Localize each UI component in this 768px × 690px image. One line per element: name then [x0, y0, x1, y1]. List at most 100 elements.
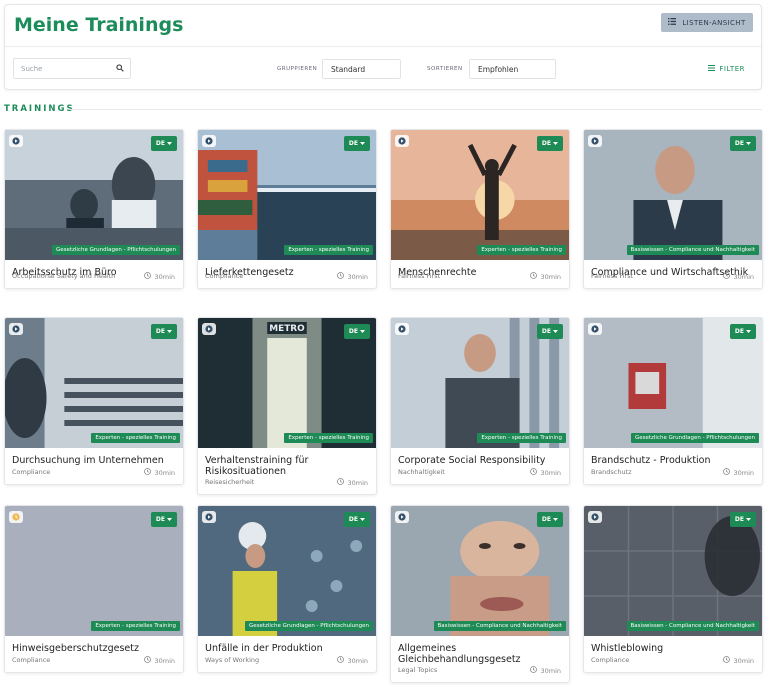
training-card[interactable]: DE Experten - spezielles Training Mensch…: [390, 129, 570, 289]
training-card[interactable]: DE Gesetzliche Grundlagen - Pflichtschul…: [4, 129, 184, 289]
category-badge: Gesetzliche Grundlagen - Pflichtschulung…: [244, 621, 373, 631]
duration: 30min: [723, 656, 754, 665]
training-subtitle: Brandschutz: [591, 468, 632, 476]
caret-down-icon: [360, 328, 365, 335]
language-dropdown[interactable]: DE: [150, 324, 177, 339]
search-placeholder: Suche: [21, 64, 43, 73]
training-thumbnail[interactable]: DE Gesetzliche Grundlagen - Pflichtschul…: [584, 318, 762, 448]
training-card[interactable]: DE Experten - spezielles Training Corpor…: [390, 317, 570, 485]
training-thumbnail[interactable]: METRO DE Experten - spezielles Training: [198, 318, 376, 448]
training-card[interactable]: DE Experten - spezielles Training Hinwei…: [4, 505, 184, 673]
caret-down-icon: [553, 516, 558, 523]
list-view-button[interactable]: LISTEN-ANSICHT: [661, 13, 753, 32]
filter-button[interactable]: FILTER: [708, 65, 745, 73]
category-badge: Basiswissen - Compliance und Nachhaltigk…: [626, 245, 759, 255]
language-dropdown[interactable]: DE: [536, 324, 563, 339]
training-card[interactable]: DE Experten - spezielles Training Liefer…: [197, 129, 377, 289]
training-title[interactable]: Hinweisgeberschutzgesetz: [5, 636, 183, 654]
play-icon[interactable]: [202, 135, 216, 147]
play-icon[interactable]: [9, 135, 23, 147]
training-card[interactable]: DE Gesetzliche Grundlagen - Pflichtschul…: [583, 317, 763, 485]
training-thumbnail[interactable]: DE Experten - spezielles Training: [391, 130, 569, 260]
sort-select[interactable]: Empfohlen: [469, 59, 556, 79]
category-badge: Experten - spezielles Training: [284, 245, 373, 255]
search-icon[interactable]: [116, 64, 124, 74]
clock-icon: [337, 272, 345, 281]
category-badge: Experten - spezielles Training: [477, 245, 566, 255]
play-icon[interactable]: [588, 323, 602, 335]
list-icon: [668, 18, 677, 27]
training-thumbnail[interactable]: DE Gesetzliche Grundlagen - Pflichtschul…: [198, 506, 376, 636]
training-card[interactable]: DE Gesetzliche Grundlagen - Pflichtschul…: [197, 505, 377, 673]
training-card[interactable]: METRO DE Experten - spezielles Training …: [197, 317, 377, 495]
page-title: Meine Trainings: [14, 14, 184, 36]
search-input[interactable]: Suche: [13, 58, 131, 79]
play-icon[interactable]: [588, 511, 602, 523]
play-icon[interactable]: [395, 135, 409, 147]
training-card[interactable]: DE Basiswissen - Compliance und Nachhalt…: [583, 129, 763, 289]
group-label: GRUPPIEREN: [277, 66, 318, 72]
training-title[interactable]: Brandschutz - Produktion: [584, 448, 762, 466]
training-title[interactable]: Unfälle in der Produktion: [198, 636, 376, 654]
language-dropdown[interactable]: DE: [729, 136, 756, 151]
training-thumbnail[interactable]: DE Experten - spezielles Training: [198, 130, 376, 260]
caret-down-icon: [746, 140, 751, 147]
language-dropdown[interactable]: DE: [729, 512, 756, 527]
sort-label: SORTIEREN: [427, 66, 463, 72]
training-thumbnail[interactable]: DE Basiswissen - Compliance und Nachhalt…: [584, 506, 762, 636]
language-dropdown[interactable]: DE: [729, 324, 756, 339]
caret-down-icon: [746, 516, 751, 523]
duration-text: 30min: [540, 272, 561, 281]
duration-text: 30min: [347, 272, 368, 281]
play-icon[interactable]: [395, 323, 409, 335]
duration-text: 30min: [154, 272, 175, 281]
language-dropdown[interactable]: DE: [150, 136, 177, 151]
play-icon[interactable]: [9, 323, 23, 335]
training-title[interactable]: Allgemeines Gleichbehandlungsgesetz: [391, 636, 569, 665]
training-card[interactable]: DE Basiswissen - Compliance und Nachhalt…: [583, 505, 763, 673]
training-card[interactable]: DE Experten - spezielles Training Durchs…: [4, 317, 184, 485]
training-title[interactable]: Durchsuchung im Unternehmen: [5, 448, 183, 466]
duration: 30min: [723, 468, 754, 477]
training-thumbnail[interactable]: DE Basiswissen - Compliance und Nachhalt…: [391, 506, 569, 636]
play-icon[interactable]: [202, 511, 216, 523]
training-thumbnail[interactable]: DE Basiswissen - Compliance und Nachhalt…: [584, 130, 762, 260]
training-thumbnail[interactable]: DE Experten - spezielles Training: [5, 506, 183, 636]
training-title[interactable]: Corporate Social Responsibility: [391, 448, 569, 466]
duration: 30min: [530, 468, 561, 477]
language-dropdown[interactable]: DE: [536, 512, 563, 527]
training-subtitle: Fairness First: [591, 272, 634, 280]
training-thumbnail[interactable]: DE Experten - spezielles Training: [5, 318, 183, 448]
language-dropdown[interactable]: DE: [343, 512, 370, 527]
training-subtitle: Compliance: [591, 656, 630, 664]
training-thumbnail[interactable]: DE Gesetzliche Grundlagen - Pflichtschul…: [5, 130, 183, 260]
language-label: DE: [155, 140, 165, 147]
duration: 30min: [144, 656, 175, 665]
training-card[interactable]: DE Basiswissen - Compliance und Nachhalt…: [390, 505, 570, 683]
pending-icon[interactable]: [9, 511, 23, 523]
duration-text: 30min: [540, 666, 561, 675]
training-subtitle: Reisesicherheit: [205, 478, 255, 486]
clock-icon: [144, 656, 152, 665]
language-dropdown[interactable]: DE: [343, 136, 370, 151]
caret-down-icon: [746, 328, 751, 335]
language-label: DE: [734, 328, 744, 335]
language-dropdown[interactable]: DE: [150, 512, 177, 527]
language-label: DE: [348, 328, 358, 335]
play-icon[interactable]: [395, 511, 409, 523]
training-subtitle: Occupational Safety and Health: [12, 272, 116, 280]
training-subtitle: Nachhaltigkeit: [398, 468, 445, 476]
play-icon[interactable]: [588, 135, 602, 147]
training-thumbnail[interactable]: DE Experten - spezielles Training: [391, 318, 569, 448]
duration-text: 30min: [733, 656, 754, 665]
training-title[interactable]: Whistleblowing: [584, 636, 762, 654]
duration: 30min: [337, 272, 368, 281]
language-dropdown[interactable]: DE: [343, 324, 370, 339]
language-dropdown[interactable]: DE: [536, 136, 563, 151]
training-title[interactable]: Verhaltenstraining für Risikosituationen: [198, 448, 376, 477]
duration-text: 30min: [347, 656, 368, 665]
group-select[interactable]: Standard: [322, 59, 401, 79]
play-icon[interactable]: [202, 323, 216, 335]
language-label: DE: [155, 516, 165, 523]
clock-icon: [723, 272, 731, 281]
